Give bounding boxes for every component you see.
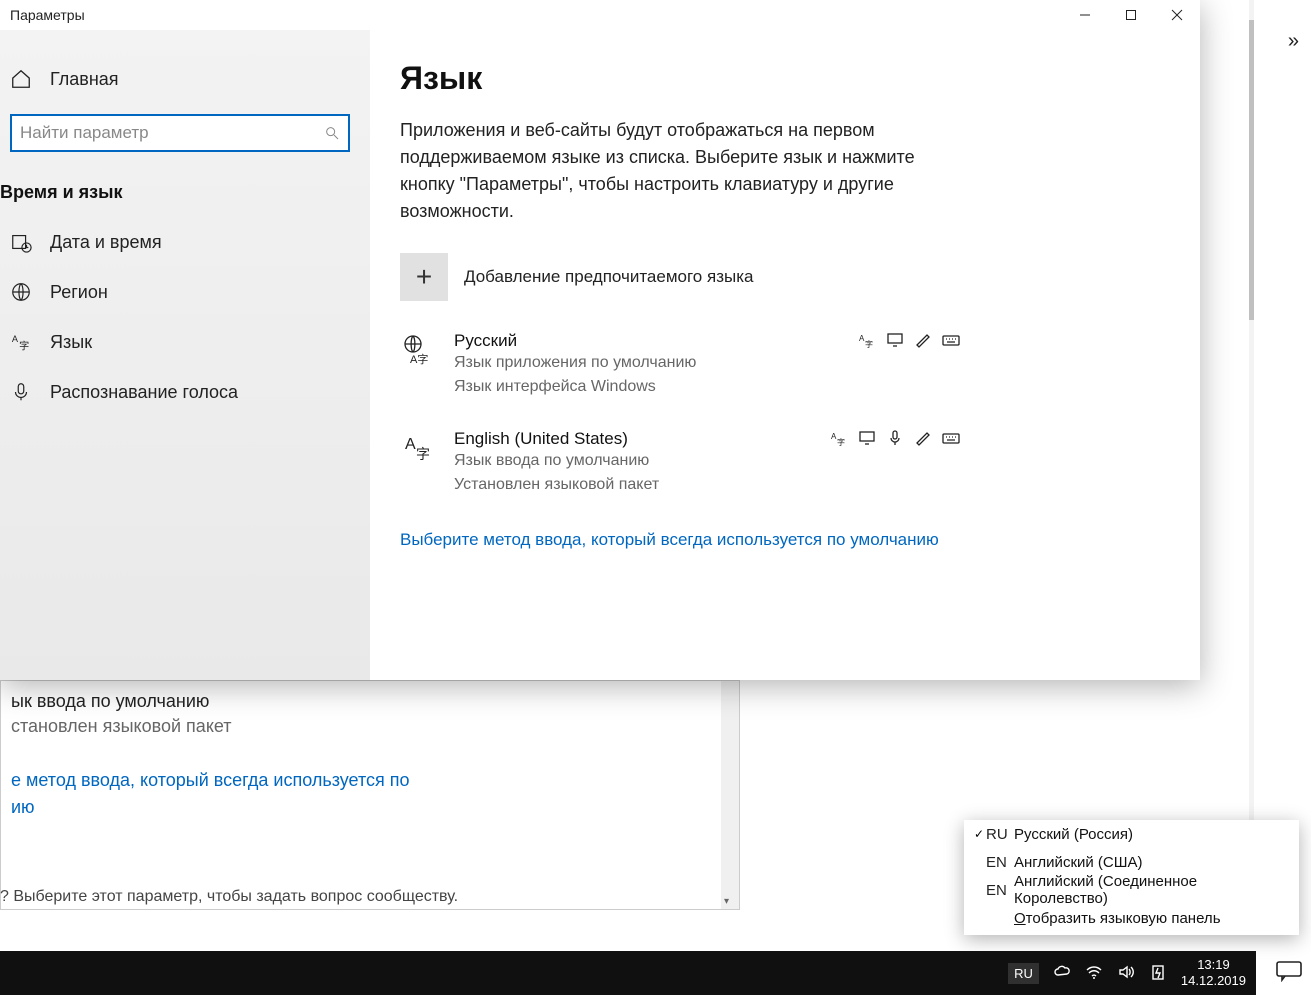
flyout-code: EN — [986, 882, 1014, 899]
language-sub1: Язык ввода по умолчанию — [454, 449, 659, 473]
svg-text:A字: A字 — [410, 352, 428, 365]
tray-volume-icon[interactable] — [1117, 963, 1135, 984]
tray-wifi-icon[interactable] — [1085, 963, 1103, 984]
calendar-clock-icon — [10, 231, 32, 253]
scroll-down-icon: ▾ — [724, 896, 729, 907]
language-globe-icon: A字 — [400, 331, 436, 367]
language-icon: A字 — [10, 331, 32, 353]
default-input-link[interactable]: Выберите метод ввода, который всегда исп… — [400, 527, 960, 553]
language-a-icon: A字 — [400, 429, 436, 465]
nav-label: Регион — [50, 282, 108, 303]
text-to-speech-icon: A字 — [858, 331, 876, 349]
search-icon — [324, 125, 340, 141]
microphone-icon — [10, 381, 32, 403]
maximize-button[interactable] — [1108, 0, 1154, 30]
keyboard-icon — [942, 429, 960, 447]
nav-date-time[interactable]: Дата и время — [0, 217, 370, 267]
right-scrollbar[interactable] — [1249, 0, 1254, 905]
close-button[interactable] — [1154, 0, 1200, 30]
nav-label: Язык — [50, 332, 92, 353]
flyout-code: RU — [986, 826, 1014, 843]
community-question-text[interactable]: ? Выберите этот параметр, чтобы задать в… — [0, 888, 458, 906]
nav-region[interactable]: Регион — [0, 267, 370, 317]
sidebar-category: Время и язык — [0, 182, 360, 203]
window-title: Параметры — [0, 7, 85, 23]
main-content: Язык Приложения и веб-сайты будут отобра… — [370, 30, 1200, 680]
flyout-showbar-rest: тобразить языковую панель — [1026, 910, 1221, 927]
tray-power-icon[interactable] — [1149, 963, 1167, 984]
flyout-item-en-us[interactable]: EN Английский (США) — [964, 848, 1299, 876]
page-description: Приложения и веб-сайты будут отображатьс… — [400, 117, 960, 225]
handwriting-icon — [914, 331, 932, 349]
window-titlebar: Параметры — [0, 0, 1200, 30]
nav-speech[interactable]: Распознавание голоса — [0, 367, 370, 417]
home-icon — [10, 68, 32, 90]
display-icon — [858, 429, 876, 447]
flyout-show-language-bar[interactable]: Отобразить языковую панель — [964, 904, 1299, 935]
display-icon — [886, 331, 904, 349]
plus-icon: + — [400, 253, 448, 301]
nav-language[interactable]: A字 Язык — [0, 317, 370, 367]
settings-window: Параметры Главная Время и язык Дата и вр… — [0, 0, 1200, 680]
nav-home-label: Главная — [50, 69, 119, 90]
bg-line1: ык ввода по умолчанию — [11, 691, 729, 712]
minimize-button[interactable] — [1062, 0, 1108, 30]
flyout-code: EN — [986, 854, 1014, 871]
language-name: Русский — [454, 331, 696, 351]
svg-text:字: 字 — [19, 339, 29, 352]
add-language-button[interactable]: + Добавление предпочитаемого языка — [400, 253, 1170, 301]
taskbar: RU 13:19 14.12.2019 — [0, 951, 1256, 995]
keyboard-icon — [942, 331, 960, 349]
language-name: English (United States) — [454, 429, 659, 449]
language-sub1: Язык приложения по умолчанию — [454, 351, 696, 375]
speech-icon — [886, 429, 904, 447]
search-input[interactable] — [20, 123, 324, 143]
flyout-showbar-accel: О — [1014, 910, 1026, 927]
svg-text:A: A — [405, 436, 416, 453]
search-box[interactable] — [10, 114, 350, 152]
svg-text:字: 字 — [837, 437, 845, 447]
handwriting-icon — [914, 429, 932, 447]
globe-icon — [10, 281, 32, 303]
action-center-icon[interactable] — [1275, 960, 1303, 987]
taskbar-language-indicator[interactable]: RU — [1008, 963, 1039, 984]
language-sub2: Язык интерфейса Windows — [454, 375, 696, 399]
svg-text:字: 字 — [416, 446, 430, 462]
language-flyout: ✓ RU Русский (Россия) EN Английский (США… — [964, 820, 1299, 935]
language-features: A字 — [858, 331, 960, 349]
taskbar-clock[interactable]: 13:19 14.12.2019 — [1181, 957, 1246, 988]
page-heading: Язык — [400, 60, 1170, 97]
flyout-name: Русский (Россия) — [1014, 826, 1291, 843]
add-language-label: Добавление предпочитаемого языка — [464, 267, 753, 287]
right-scrollbar-thumb[interactable] — [1249, 20, 1254, 320]
svg-text:字: 字 — [865, 339, 873, 349]
language-sub2: Установлен языковой пакет — [454, 473, 659, 497]
language-item-russian[interactable]: A字 Русский Язык приложения по умолчанию … — [400, 331, 960, 399]
sidebar: Главная Время и язык Дата и время Регион… — [0, 30, 370, 680]
bg-link[interactable]: е метод ввода, который всегда использует… — [11, 767, 729, 821]
flyout-item-ru[interactable]: ✓ RU Русский (Россия) — [964, 820, 1299, 848]
flyout-name: Английский (США) — [1014, 854, 1291, 871]
text-to-speech-icon: A字 — [830, 429, 848, 447]
background-settings-window: ык ввода по умолчанию становлен языковой… — [0, 680, 740, 910]
language-features: A字 — [830, 429, 960, 447]
check-icon: ✓ — [972, 827, 986, 841]
nav-label: Дата и время — [50, 232, 162, 253]
taskbar-date: 14.12.2019 — [1181, 973, 1246, 989]
flyout-name: Английский (Соединенное Королевство) — [1014, 873, 1291, 907]
nav-label: Распознавание голоса — [50, 382, 238, 403]
svg-text:A: A — [12, 334, 19, 344]
taskbar-time: 13:19 — [1181, 957, 1246, 973]
flyout-item-en-gb[interactable]: EN Английский (Соединенное Королевство) — [964, 876, 1299, 904]
bg-scrollbar[interactable]: ▾ — [721, 681, 739, 909]
nav-home[interactable]: Главная — [0, 60, 370, 98]
bg-line2: становлен языковой пакет — [11, 716, 729, 737]
language-item-english[interactable]: A字 English (United States) Язык ввода по… — [400, 429, 960, 497]
overflow-chevron-icon[interactable]: » — [1288, 30, 1299, 53]
tray-onedrive-icon[interactable] — [1053, 963, 1071, 984]
